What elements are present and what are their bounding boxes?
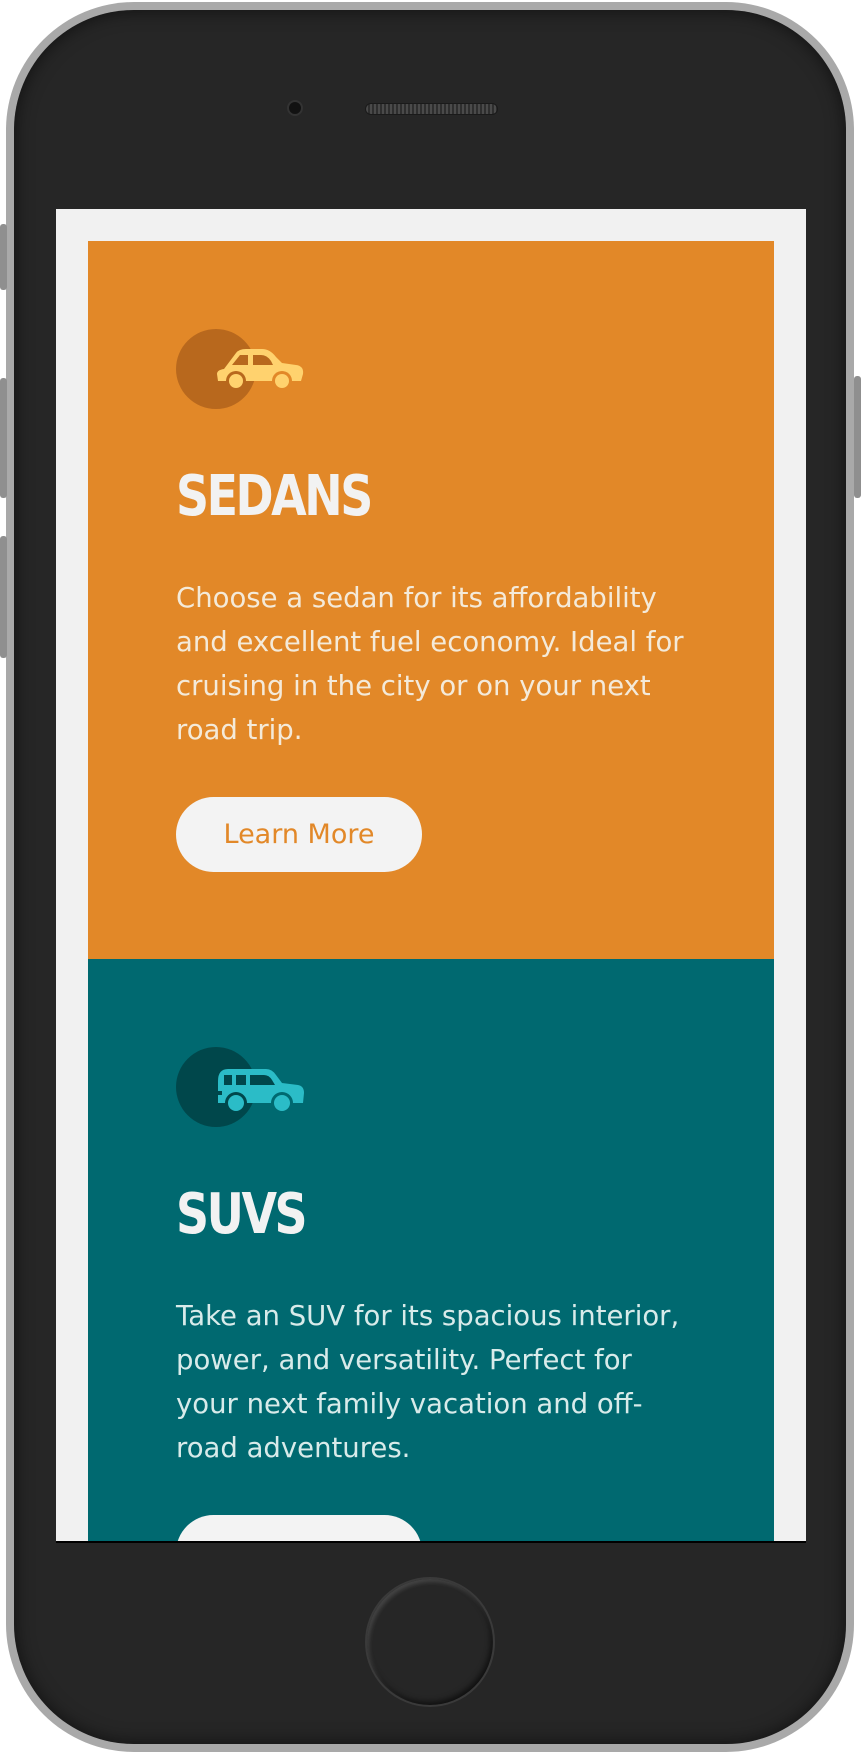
suvs-description: Take an SUV for its spacious interior, p… bbox=[176, 1300, 680, 1464]
sedan-car-icon bbox=[176, 329, 306, 409]
sedan-glyph bbox=[217, 349, 304, 391]
suv-car-icon bbox=[176, 1047, 306, 1127]
sedans-learn-more-button[interactable]: Learn More bbox=[176, 797, 422, 872]
home-button[interactable] bbox=[365, 1577, 495, 1707]
suvs-title: SUVS bbox=[176, 1182, 308, 1247]
mute-switch bbox=[0, 224, 7, 290]
suv-glyph bbox=[214, 1069, 304, 1114]
front-camera bbox=[287, 100, 303, 116]
volume-up-button bbox=[0, 378, 7, 498]
earpiece-speaker bbox=[365, 103, 498, 115]
sedans-card: SEDANS Choose a sedan for its affordabil… bbox=[88, 241, 774, 959]
suvs-card: SUVS Take an SUV for its spacious interi… bbox=[88, 959, 774, 1541]
power-button bbox=[854, 376, 861, 498]
suvs-learn-more-button[interactable]: Learn More bbox=[176, 1515, 422, 1541]
sedans-description: Choose a sedan for its affordability and… bbox=[176, 582, 684, 746]
sedans-title: SEDANS bbox=[176, 464, 373, 529]
volume-down-button bbox=[0, 536, 7, 658]
device-screen: SEDANS Choose a sedan for its affordabil… bbox=[56, 209, 806, 1543]
